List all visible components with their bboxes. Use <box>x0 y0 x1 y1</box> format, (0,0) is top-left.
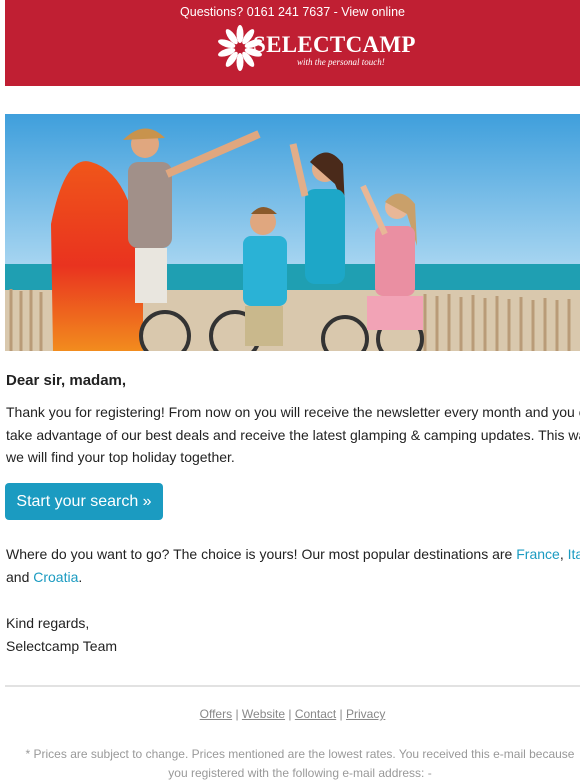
sign-off: Kind regards, Selectcamp Team <box>6 612 117 657</box>
kind-regards-text: Kind regards, <box>6 615 90 631</box>
start-search-button[interactable]: Start your search » <box>5 483 163 520</box>
footer-link-website[interactable]: Website <box>242 707 285 721</box>
footer-link-offers[interactable]: Offers <box>200 707 232 721</box>
header-contact-line: Questions? 0161 241 7637 - View online <box>5 5 580 19</box>
period: . <box>78 568 83 585</box>
destinations-prefix: Where do you want to go? The choice is y… <box>6 546 517 562</box>
hero-image-family-beach[interactable] <box>5 114 580 351</box>
hero-illustration <box>5 114 580 351</box>
and-separator: and <box>6 568 34 585</box>
destination-link-italy[interactable]: Italy <box>568 546 580 562</box>
comma-separator: , <box>559 546 568 562</box>
footer-links: Offers | Website | Contact | Privacy <box>5 707 580 721</box>
destination-link-france[interactable]: France <box>516 546 560 562</box>
footer-link-privacy[interactable]: Privacy <box>346 707 385 721</box>
questions-phone-text: Questions? 0161 241 7637 - <box>180 5 342 19</box>
footer-disclaimer: * Prices are subject to change. Prices m… <box>25 747 575 780</box>
footer-divider <box>5 685 580 687</box>
selectcamp-logo[interactable]: SELECTCAMP with the personal touch! <box>217 23 415 73</box>
view-online-link[interactable]: View online <box>341 5 405 19</box>
destinations-paragraph: Where do you want to go? The choice is y… <box>6 543 580 588</box>
logo-wordmark: SELECTCAMP <box>253 32 416 57</box>
intro-paragraph: Thank you for registering! From now on y… <box>6 404 580 465</box>
footer-sep: | <box>285 707 295 721</box>
footer-sep: | <box>232 707 242 721</box>
footer-sep: | <box>336 707 346 721</box>
footer-link-contact[interactable]: Contact <box>295 707 336 721</box>
signature-text: Selectcamp Team <box>6 637 118 654</box>
greeting-heading: Dear sir, madam, <box>6 372 127 389</box>
logo-tagline: with the personal touch! <box>297 57 385 67</box>
destination-link-croatia[interactable]: Croatia <box>33 569 78 585</box>
email-header: Questions? 0161 241 7637 - View online S… <box>5 0 580 86</box>
